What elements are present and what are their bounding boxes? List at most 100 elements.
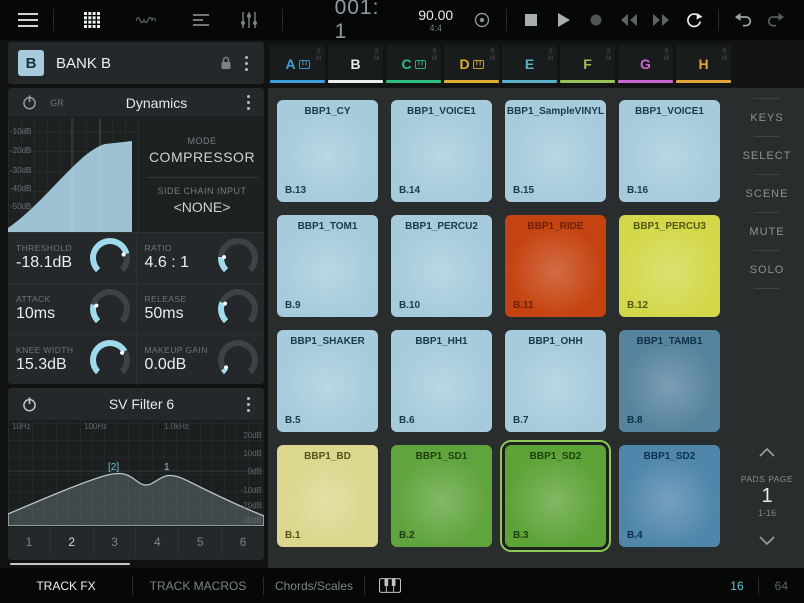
pad-b3-selected[interactable]: BBP1_SD2 B.3 (505, 445, 606, 547)
mixer-view-icon[interactable] (233, 5, 266, 35)
pad-b12[interactable]: BBP1_PERCU3 B.12 (619, 215, 720, 317)
band-button-3[interactable]: 3 (93, 527, 136, 556)
bank-tab-c[interactable]: C SM (386, 45, 441, 83)
menu-icon[interactable] (12, 5, 45, 35)
mute-flag[interactable]: M (664, 56, 669, 62)
makeup-gain-control[interactable]: MAKEUP GAIN 0.0dB (136, 335, 265, 385)
sequencer-view-icon[interactable] (185, 5, 218, 35)
makeup-gain-knob[interactable] (218, 340, 258, 380)
band-button-6[interactable]: 6 (221, 527, 264, 556)
filter-menu-icon[interactable] (241, 391, 256, 418)
release-knob[interactable] (218, 289, 258, 329)
lock-icon[interactable] (213, 48, 239, 78)
ratio-control[interactable]: RATIO 4.6 : 1 (136, 233, 265, 283)
knee-width-knob[interactable] (90, 340, 130, 380)
pads-view-icon[interactable] (75, 5, 108, 35)
mute-flag[interactable]: M (606, 56, 611, 62)
bank-badge[interactable]: B (18, 50, 44, 76)
knee-width-control[interactable]: KNEE WIDTH 15.3dB (8, 335, 136, 385)
filter-eq-graph[interactable]: 10Hz 100Hz 1.0kHz 20dB 10dB 0dB -10dB -2… (8, 420, 264, 526)
bank-tab-h[interactable]: H SM (676, 45, 731, 83)
pad-b8[interactable]: BBP1_TAMB1 B.8 (619, 330, 720, 432)
page-down-icon[interactable] (730, 528, 804, 554)
metronome-icon[interactable] (465, 5, 498, 35)
mute-flag[interactable]: M (490, 56, 495, 62)
bank-tab-g[interactable]: G SM (618, 45, 673, 83)
ratio-knob[interactable] (218, 238, 258, 278)
band-button-5[interactable]: 5 (178, 527, 221, 556)
threshold-knob[interactable] (90, 238, 130, 278)
attack-knob[interactable] (90, 289, 130, 329)
pad-b2[interactable]: BBP1_SD1 B.2 (391, 445, 492, 547)
tab-track-fx[interactable]: TRACK FX (0, 579, 132, 593)
solo-flag[interactable]: S (316, 49, 321, 55)
mute-flag[interactable]: M (316, 56, 321, 62)
solo-flag[interactable]: S (664, 49, 669, 55)
tab-track-macros[interactable]: TRACK MACROS (133, 579, 263, 593)
compressor-curve-graph[interactable]: -10dB -20dB -30dB -40dB -50dB (8, 118, 140, 232)
select-button[interactable]: SELECT (730, 137, 804, 174)
scene-button[interactable]: SCENE (730, 175, 804, 212)
dynamics-menu-icon[interactable] (241, 89, 256, 116)
band-2-marker[interactable]: [2] (108, 462, 119, 473)
pad-b14[interactable]: BBP1_VOICE1 B.14 (391, 100, 492, 202)
song-position-display[interactable]: 001: 1 (335, 0, 397, 44)
bank-header[interactable]: B BANK B (8, 42, 264, 84)
rewind-icon[interactable] (612, 5, 645, 35)
solo-flag[interactable]: S (490, 49, 495, 55)
record-icon[interactable] (580, 5, 613, 35)
fast-forward-icon[interactable] (645, 5, 678, 35)
pad-b13[interactable]: BBP1_CY B.13 (277, 100, 378, 202)
mute-button[interactable]: MUTE (730, 213, 804, 250)
page-up-icon[interactable] (730, 440, 804, 466)
mute-flag[interactable]: M (722, 56, 727, 62)
bank-tab-e[interactable]: E SM (502, 45, 557, 83)
tempo-display[interactable]: 90.00 4:4 (418, 8, 453, 33)
pads-16-button[interactable]: 16 (716, 579, 757, 593)
pad-b7[interactable]: BBP1_OHH B.7 (505, 330, 606, 432)
release-control[interactable]: RELEASE 50ms (136, 284, 265, 334)
band-button-2[interactable]: 2 (50, 527, 93, 556)
solo-flag[interactable]: S (548, 49, 553, 55)
bank-tab-b[interactable]: B SM (328, 45, 383, 83)
solo-flag[interactable]: S (432, 49, 437, 55)
mute-flag[interactable]: M (548, 56, 553, 62)
band-button-4[interactable]: 4 (135, 527, 178, 556)
keys-button[interactable]: KEYS (730, 99, 804, 136)
loop-icon[interactable] (677, 5, 710, 35)
pad-b11[interactable]: BBP1_RIDE B.11 (505, 215, 606, 317)
power-icon[interactable] (16, 397, 42, 412)
tab-chords-scales[interactable]: Chords/Scales (264, 579, 364, 593)
play-icon[interactable] (547, 5, 580, 35)
solo-flag[interactable]: S (374, 49, 379, 55)
bank-menu-icon[interactable] (239, 50, 254, 77)
pads-64-button[interactable]: 64 (759, 579, 804, 593)
waveform-view-icon[interactable] (130, 5, 163, 35)
pad-b9[interactable]: BBP1_TOM1 B.9 (277, 215, 378, 317)
mute-flag[interactable]: M (432, 56, 437, 62)
solo-button[interactable]: SOLO (730, 251, 804, 288)
bank-tab-a[interactable]: A SM (270, 45, 325, 83)
fx-scroll-indicator[interactable] (10, 563, 130, 565)
power-icon[interactable] (16, 95, 42, 110)
solo-flag[interactable]: S (722, 49, 727, 55)
bank-tab-f[interactable]: F SM (560, 45, 615, 83)
band-1-marker[interactable]: 1 (164, 462, 170, 473)
pad-b1[interactable]: BBP1_BD B.1 (277, 445, 378, 547)
undo-icon[interactable] (727, 5, 760, 35)
bank-tab-d[interactable]: D SM (444, 45, 499, 83)
mute-flag[interactable]: M (374, 56, 379, 62)
pad-b6[interactable]: BBP1_HH1 B.6 (391, 330, 492, 432)
pad-b4[interactable]: BBP1_SD2 B.4 (619, 445, 720, 547)
stop-icon[interactable] (515, 5, 548, 35)
pad-b16[interactable]: BBP1_VOICE1 B.16 (619, 100, 720, 202)
pad-b10[interactable]: BBP1_PERCU2 B.10 (391, 215, 492, 317)
redo-icon[interactable] (759, 5, 792, 35)
sidechain-value[interactable]: <NONE> (174, 199, 231, 215)
mode-value[interactable]: COMPRESSOR (149, 149, 255, 165)
pad-b5[interactable]: BBP1_SHAKER B.5 (277, 330, 378, 432)
band-button-1[interactable]: 1 (8, 527, 50, 556)
keyboard-toggle-icon[interactable] (379, 578, 401, 593)
attack-control[interactable]: ATTACK 10ms (8, 284, 136, 334)
solo-flag[interactable]: S (606, 49, 611, 55)
